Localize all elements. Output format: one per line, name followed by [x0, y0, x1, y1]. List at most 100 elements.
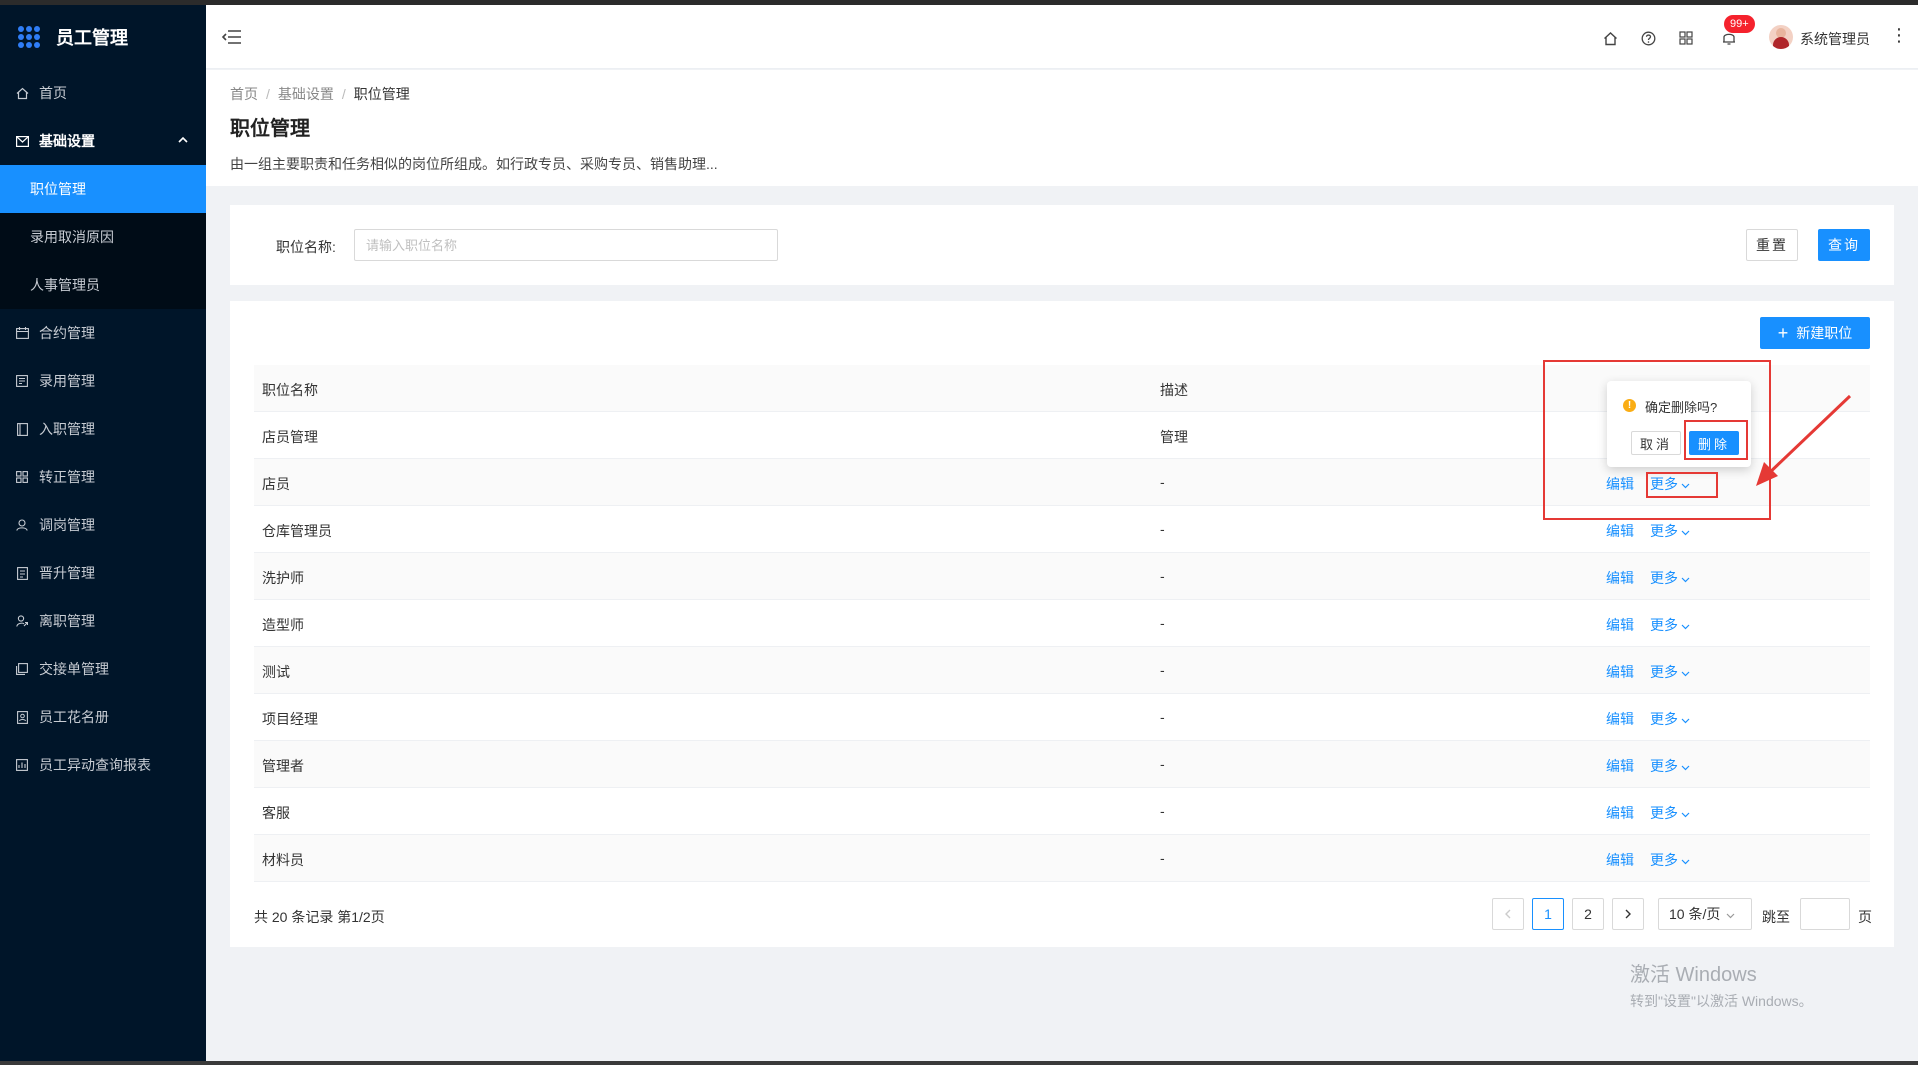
- apps-icon[interactable]: [1677, 29, 1695, 47]
- sidebar-item-regularization[interactable]: 转正管理: [0, 453, 206, 501]
- logo[interactable]: 员工管理: [0, 5, 206, 69]
- new-position-button[interactable]: + 新建职位: [1760, 317, 1870, 349]
- table-row: 测试 - 编辑 更多: [254, 647, 1870, 694]
- menu-fold-icon[interactable]: [221, 29, 242, 45]
- page-title: 职位管理: [230, 118, 310, 140]
- new-position-label: 新建职位: [1796, 325, 1853, 341]
- sidebar-item-label: 员工花名册: [39, 709, 109, 725]
- chevron-down-icon: [1681, 763, 1690, 774]
- sidebar-item-label: 基础设置: [39, 133, 95, 149]
- jump-page-input[interactable]: [1800, 898, 1850, 930]
- reset-button[interactable]: 重置: [1746, 229, 1798, 261]
- sidebar: 员工管理 首页 基础设置 职位管理 录用取消原因 人事管理员 合约管理 录用管理: [0, 5, 206, 1065]
- sidebar-item-hiring[interactable]: 录用管理: [0, 357, 206, 405]
- plus-icon: +: [1777, 322, 1789, 343]
- sidebar-item-transfer[interactable]: 调岗管理: [0, 501, 206, 549]
- more-vertical-icon[interactable]: ⋮: [1890, 25, 1908, 46]
- page-description: 由一组主要职责和任务相似的岗位所组成。如行政专员、采购专员、销售助理...: [230, 156, 718, 172]
- description-cell: -: [1160, 709, 1165, 725]
- sidebar-item-basic-settings[interactable]: 基础设置: [0, 117, 206, 165]
- annotation-box-delete: [1684, 420, 1748, 460]
- more-dropdown[interactable]: 更多: [1650, 711, 1690, 727]
- sidebar-item-home[interactable]: 首页: [0, 69, 206, 117]
- more-dropdown[interactable]: 更多: [1650, 758, 1690, 774]
- annotation-box-more: [1646, 472, 1718, 498]
- sidebar-item-roster[interactable]: 员工花名册: [0, 693, 206, 741]
- edit-link[interactable]: 编辑: [1606, 617, 1634, 633]
- sidebar-item-hr-admins[interactable]: 人事管理员: [0, 261, 206, 309]
- more-label: 更多: [1650, 523, 1678, 539]
- sidebar-item-contract[interactable]: 合约管理: [0, 309, 206, 357]
- more-dropdown[interactable]: 更多: [1650, 805, 1690, 821]
- position-name-label: 职位名称:: [276, 239, 336, 255]
- more-dropdown[interactable]: 更多: [1650, 617, 1690, 633]
- doc-icon: [14, 565, 30, 581]
- description-cell: -: [1160, 615, 1165, 631]
- sidebar-item-promotion[interactable]: 晋升管理: [0, 549, 206, 597]
- position-name-cell: 店员: [262, 476, 290, 492]
- edit-link[interactable]: 编辑: [1606, 711, 1634, 727]
- query-button[interactable]: 查询: [1818, 229, 1870, 261]
- more-dropdown[interactable]: 更多: [1650, 523, 1690, 539]
- edit-link[interactable]: 编辑: [1606, 852, 1634, 868]
- row-actions: 编辑 更多: [1606, 568, 1690, 588]
- sidebar-item-change-report[interactable]: 员工异动查询报表: [0, 741, 206, 789]
- search-card: 职位名称: 重置 查询: [230, 205, 1894, 285]
- top-header: 99+ 系统管理员 ⋮: [206, 5, 1918, 69]
- page-header: 首页 / 基础设置 / 职位管理 职位管理 由一组主要职责和任务相似的岗位所组成。如行政…: [206, 70, 1918, 186]
- apps-grid-icon: [18, 26, 40, 48]
- edit-link[interactable]: 编辑: [1606, 664, 1634, 680]
- column-header-description: 描述: [1160, 382, 1188, 398]
- description-cell: -: [1160, 803, 1165, 819]
- more-dropdown[interactable]: 更多: [1650, 570, 1690, 586]
- position-name-cell: 管理者: [262, 758, 304, 774]
- description-cell: 管理: [1160, 429, 1188, 445]
- edit-link[interactable]: 编辑: [1606, 570, 1634, 586]
- sidebar-item-label: 入职管理: [39, 421, 95, 437]
- edit-link[interactable]: 编辑: [1606, 523, 1634, 539]
- home-icon: [14, 85, 30, 101]
- description-cell: -: [1160, 662, 1165, 678]
- page-suffix-label: 页: [1858, 909, 1872, 925]
- next-page-button[interactable]: [1612, 898, 1644, 930]
- more-dropdown[interactable]: 更多: [1650, 852, 1690, 868]
- edit-link[interactable]: 编辑: [1606, 805, 1634, 821]
- edit-link[interactable]: 编辑: [1606, 758, 1634, 774]
- more-label: 更多: [1650, 805, 1678, 821]
- breadcrumb-item-basic-settings[interactable]: 基础设置: [278, 86, 334, 102]
- prev-page-button[interactable]: [1492, 898, 1524, 930]
- sidebar-item-cancel-reasons[interactable]: 录用取消原因: [0, 213, 206, 261]
- sidebar-item-onboarding[interactable]: 入职管理: [0, 405, 206, 453]
- page-2-button[interactable]: 2: [1572, 898, 1604, 930]
- windows-activation-watermark: 激活 Windows 转到"设置"以激活 Windows。: [1630, 958, 1813, 1011]
- row-actions: 编辑 更多: [1606, 709, 1690, 729]
- book-icon: [14, 421, 30, 437]
- sidebar-item-label: 离职管理: [39, 613, 95, 629]
- help-icon[interactable]: [1639, 29, 1657, 47]
- report-icon: [14, 757, 30, 773]
- sidebar-item-resignation[interactable]: 离职管理: [0, 597, 206, 645]
- table-row: 客服 - 编辑 更多: [254, 788, 1870, 835]
- page-size-select[interactable]: 10 条/页: [1658, 898, 1752, 930]
- watermark-line-1: 激活 Windows: [1630, 964, 1757, 986]
- description-cell: -: [1160, 756, 1165, 772]
- position-name-input[interactable]: [354, 229, 778, 261]
- table-row: 造型师 - 编辑 更多: [254, 600, 1870, 647]
- username[interactable]: 系统管理员: [1800, 29, 1870, 49]
- sidebar-item-position-management[interactable]: 职位管理: [0, 165, 206, 213]
- sidebar-item-handover[interactable]: 交接单管理: [0, 645, 206, 693]
- more-label: 更多: [1650, 711, 1678, 727]
- more-label: 更多: [1650, 852, 1678, 868]
- breadcrumb-item-home[interactable]: 首页: [230, 86, 258, 102]
- sidebar-item-label: 调岗管理: [39, 517, 95, 533]
- position-name-cell: 测试: [262, 664, 290, 680]
- grid-icon: [14, 469, 30, 485]
- home-icon[interactable]: [1601, 29, 1619, 47]
- breadcrumb-item-current: 职位管理: [353, 86, 410, 102]
- avatar[interactable]: [1769, 25, 1793, 49]
- row-actions: 编辑 更多: [1606, 850, 1690, 870]
- chevron-down-icon: [1681, 622, 1690, 633]
- notification-badge: 99+: [1724, 15, 1755, 33]
- page-1-button[interactable]: 1: [1532, 898, 1564, 930]
- more-dropdown[interactable]: 更多: [1650, 664, 1690, 680]
